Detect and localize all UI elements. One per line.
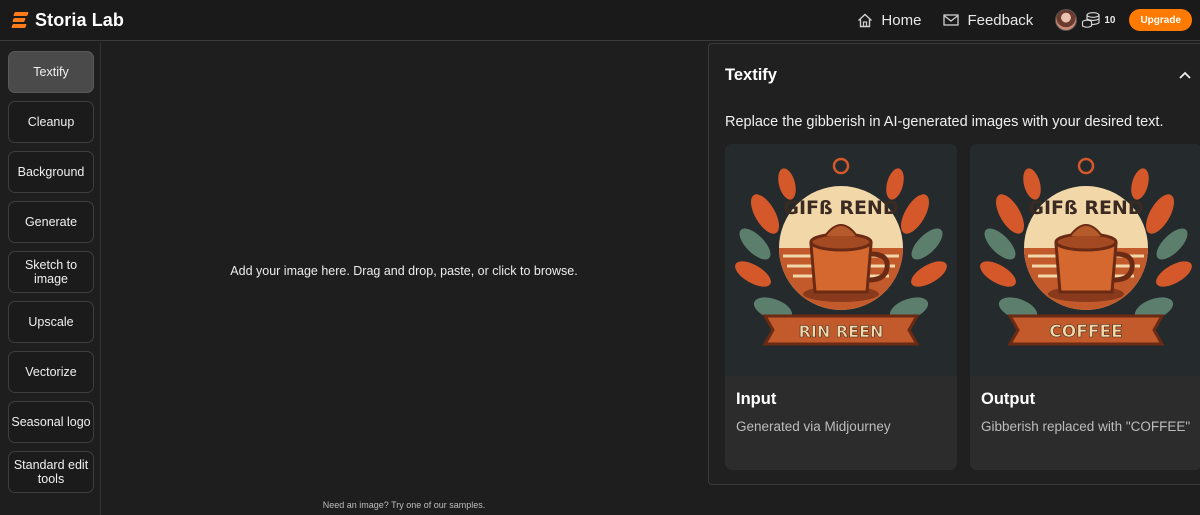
input-art-top-text: GIFß REND [783,197,898,219]
tool-upscale[interactable]: Upscale [8,301,94,343]
example-card-input[interactable]: GIFß REND RIN REEN Input Generated via M… [725,144,957,470]
tool-sidebar: Textify Cleanup Background Generate Sket… [0,42,101,515]
tool-cleanup[interactable]: Cleanup [8,101,94,143]
user-avatar[interactable] [1055,9,1078,31]
feedback-link[interactable]: Feedback [943,12,1033,29]
output-card-title: Output [981,390,1036,408]
panel-description: Replace the gibberish in AI-generated im… [725,114,1164,130]
input-art-banner-text: RIN REEN [799,322,884,341]
tool-textify[interactable]: Textify [8,51,94,93]
tool-seasonal-logo[interactable]: Seasonal logo [8,401,94,443]
dropzone-prompt: Add your image here. Drag and drop, past… [230,264,578,278]
panel-title: Textify [725,66,777,84]
home-label: Home [881,11,922,29]
textify-panel: Textify Replace the gibberish in AI-gene… [708,43,1200,485]
tool-standard-edit-tools[interactable]: Standard edit tools [8,451,94,493]
tool-generate[interactable]: Generate [8,201,94,243]
tool-vectorize[interactable]: Vectorize [8,351,94,393]
samples-hint-link[interactable]: Need an image? Try one of our samples. [102,500,706,510]
top-bar: Storia Lab Home Feedback 10 Upgrade [0,0,1200,41]
home-link[interactable]: Home [857,12,921,29]
top-nav: Home Feedback 10 Upgrade [857,0,1200,40]
coins-icon [1082,12,1100,28]
input-card-title: Input [736,390,777,408]
output-art-banner-text: COFFEE [1049,322,1122,342]
chevron-up-icon[interactable] [1178,68,1192,82]
image-dropzone[interactable]: Add your image here. Drag and drop, past… [102,42,706,515]
brand-name: Storia Lab [35,9,125,30]
output-art-top-text: GIFß REND [1028,197,1143,219]
upgrade-button[interactable]: Upgrade [1129,9,1192,31]
credits-count: 10 [1104,14,1116,26]
output-card-subtitle: Gibberish replaced with "COFFEE" [981,419,1191,434]
storia-logo-icon [11,11,29,29]
output-example-image: GIFß REND COFFEE [970,144,1200,376]
tool-background[interactable]: Background [8,151,94,193]
brand[interactable]: Storia Lab [11,9,125,31]
feedback-label: Feedback [967,11,1034,29]
tool-sketch-to-image[interactable]: Sketch to image [8,251,94,293]
input-card-subtitle: Generated via Midjourney [736,419,891,434]
credits-counter[interactable]: 10 [1081,11,1115,29]
input-example-image: GIFß REND RIN REEN [725,144,957,376]
mail-icon [943,14,960,26]
home-icon [858,13,873,27]
example-card-output[interactable]: GIFß REND COFFEE Output Gibberish replac… [970,144,1200,470]
